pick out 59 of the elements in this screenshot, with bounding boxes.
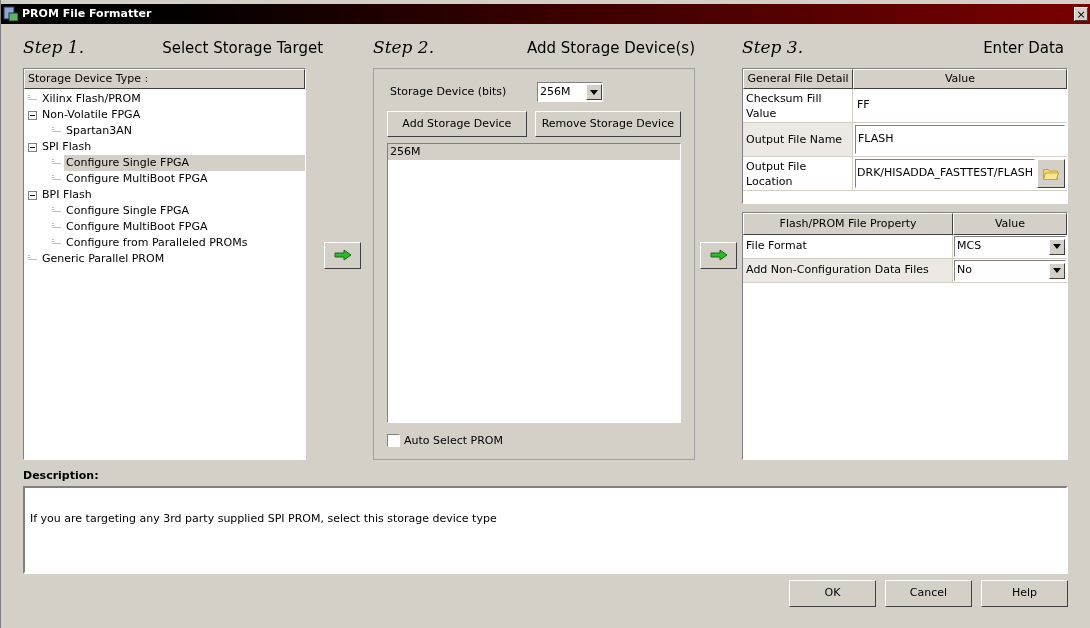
column-header: Flash/PROM File Property [743, 213, 954, 235]
dropdown[interactable]: 256M [537, 82, 604, 102]
property-label: Checksum Fill Value [743, 89, 854, 122]
description-label: Description: [23, 468, 100, 484]
tree-item[interactable]: Configure Single FPGA [64, 202, 306, 220]
next-step-button[interactable] [324, 241, 362, 269]
tree-header: Storage Device Type : [24, 69, 306, 89]
input-field[interactable]: DRK/HISADDA_FASTTEST/FLASH [855, 159, 1035, 188]
dropdown[interactable]: MCS [954, 236, 1066, 257]
collapse-icon[interactable] [28, 142, 37, 152]
step-label: Step 3. [742, 36, 804, 60]
tree-item[interactable]: Spartan3AN [64, 122, 306, 140]
close-button[interactable]: × [1074, 7, 1088, 21]
step-title: Select Storage Target [162, 37, 324, 59]
browse-button[interactable] [1037, 159, 1065, 188]
property-label: Output File Location [743, 157, 854, 190]
dialog-button[interactable]: Cancel [885, 580, 972, 607]
device-list-item[interactable]: 256M [388, 144, 681, 160]
column-header: Value [853, 69, 1067, 89]
right-arrow-icon [709, 249, 728, 261]
step-label: Step 2. [373, 36, 435, 60]
column-header: Value [953, 213, 1067, 235]
description-text: If you are targeting any 3rd party supplied SPI PROM, select this storage device type [30, 510, 497, 527]
dialog-button[interactable]: Help [981, 580, 1068, 607]
field-label: Storage Device (bits) [389, 83, 508, 100]
tree-item[interactable]: Configure Single FPGA [64, 154, 306, 172]
property-label: Output File Name [743, 123, 854, 156]
tree-item[interactable]: Configure MultiBoot FPGA [64, 170, 306, 188]
collapse-icon[interactable] [28, 110, 37, 120]
column-header: General File Detail [743, 69, 854, 89]
right-arrow-icon [333, 249, 352, 261]
dropdown[interactable]: No [954, 260, 1066, 281]
tree-item[interactable]: BPI Flash [40, 186, 306, 204]
device-button[interactable]: Add Storage Device [387, 111, 527, 137]
window-title: PROM File Formatter [22, 5, 153, 22]
tree-item[interactable]: Configure MultiBoot FPGA [64, 218, 306, 236]
tree-item[interactable]: Configure from Paralleled PROMs [64, 234, 306, 252]
step-label: Step 1. [23, 36, 85, 60]
tree-item[interactable]: Generic Parallel PROM [40, 250, 306, 268]
dialog-button[interactable]: OK [789, 580, 876, 607]
property-label: Add Non-Configuration Data Files [743, 259, 954, 282]
next-step-button[interactable] [700, 241, 738, 269]
tree-item[interactable]: SPI Flash [40, 138, 306, 156]
checkbox-label: Auto Select PROM [404, 432, 503, 449]
checkbox[interactable] [387, 434, 401, 448]
tree-item[interactable]: Xilinx Flash/PROM [40, 90, 306, 108]
input-field[interactable]: FLASH [855, 125, 1065, 154]
step-title: Enter Data [983, 37, 1064, 59]
step-title: Add Storage Device(s) [526, 37, 696, 59]
dropdown-value: 256M [539, 83, 572, 100]
property-label: File Format [743, 235, 954, 258]
device-button[interactable]: Remove Storage Device [534, 111, 682, 137]
tree-item[interactable]: Non-Volatile FPGA [40, 106, 306, 124]
dropdown-value: No [956, 262, 973, 279]
property-value: FF [856, 97, 871, 114]
dropdown-value: MCS [956, 238, 983, 255]
folder-icon [1043, 167, 1059, 180]
collapse-icon[interactable] [28, 190, 37, 200]
app-icon [3, 6, 19, 22]
